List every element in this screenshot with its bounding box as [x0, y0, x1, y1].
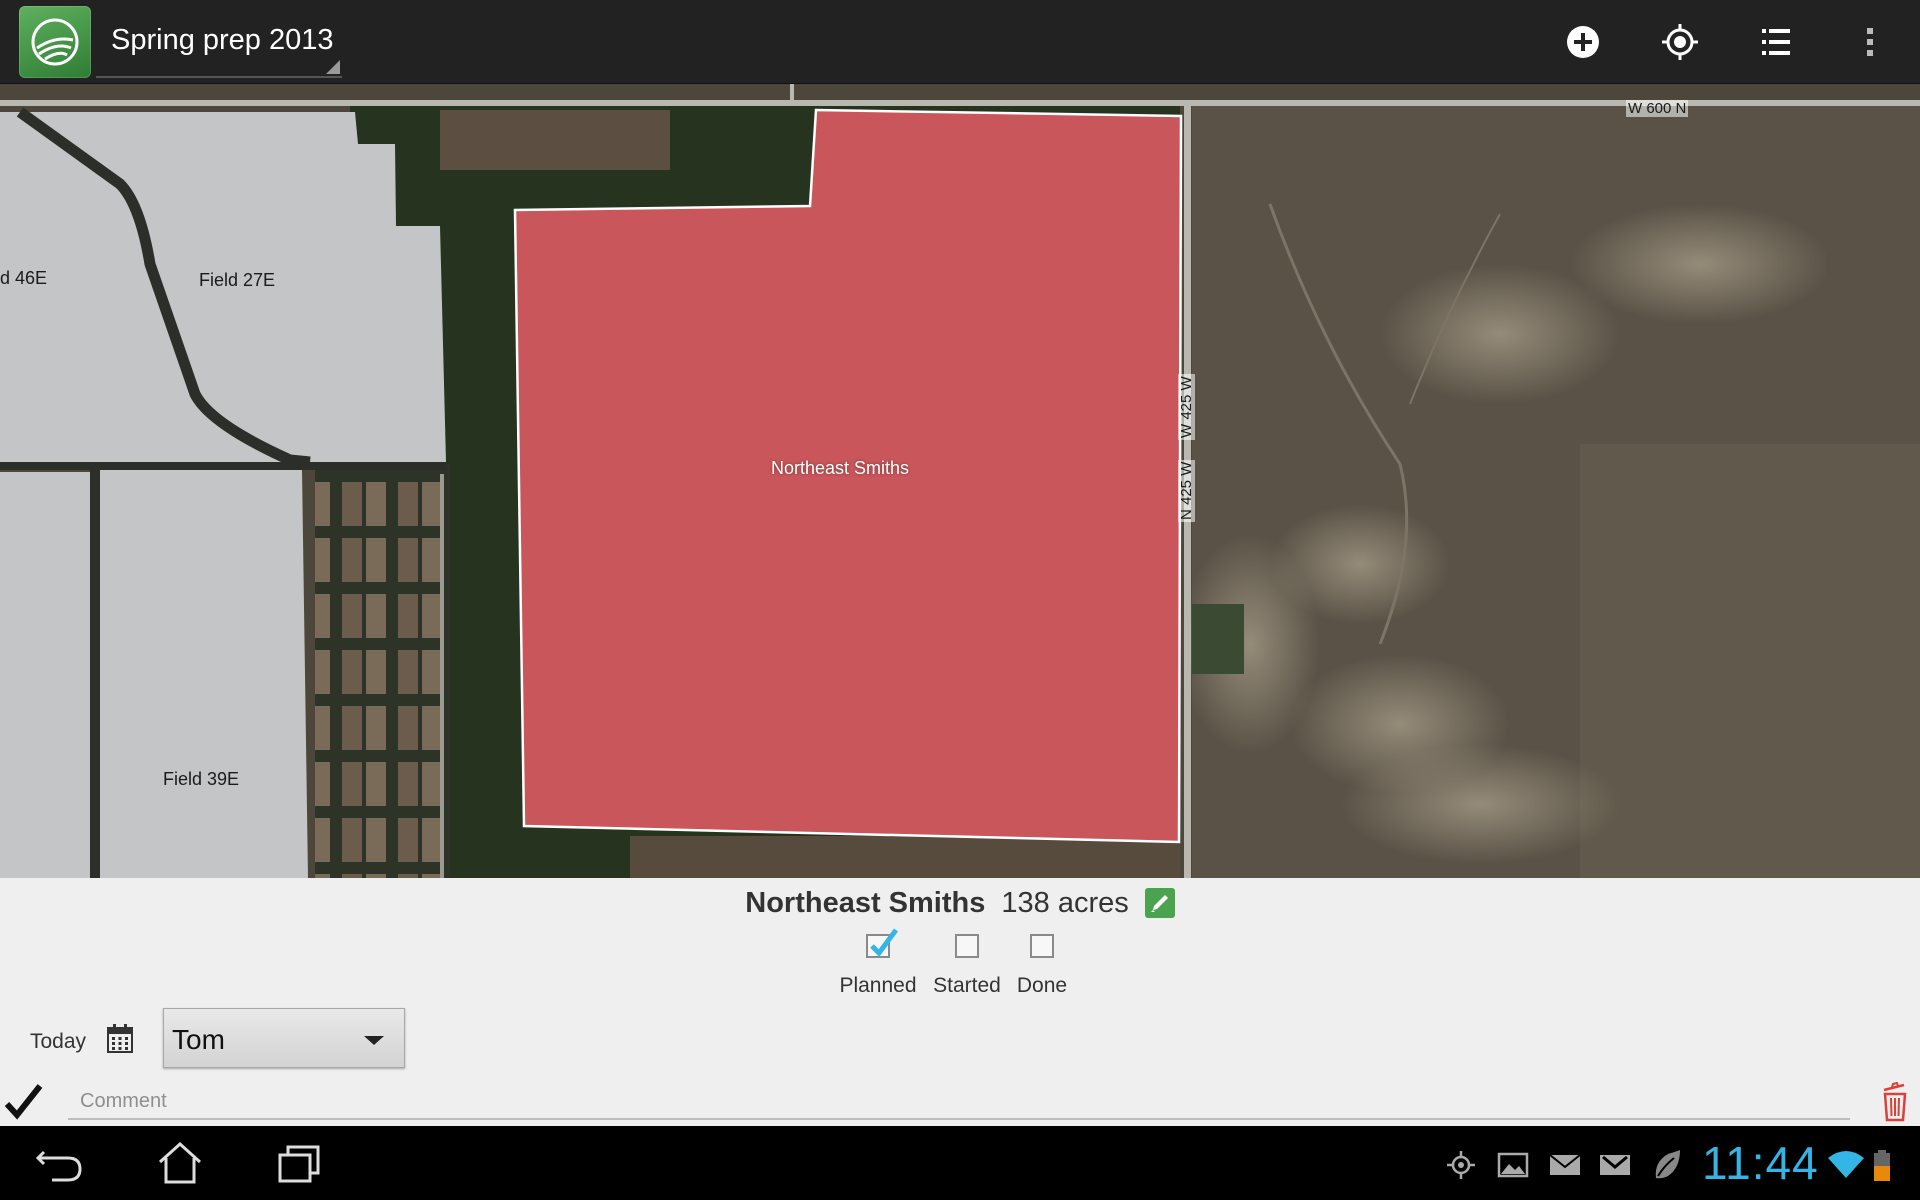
locate-icon — [1662, 24, 1698, 60]
delete-button[interactable] — [1880, 1081, 1910, 1122]
wifi-icon — [1826, 1148, 1864, 1182]
trash-icon — [1883, 1081, 1907, 1122]
recent-apps-button[interactable] — [270, 1138, 330, 1188]
pencil-icon — [1150, 895, 1168, 912]
checkmark-icon — [870, 928, 899, 957]
date-label[interactable]: Today — [30, 1030, 86, 1054]
app-notification-icon — [1650, 1148, 1684, 1182]
farm-logo-icon[interactable] — [19, 6, 91, 78]
edit-field-button[interactable] — [1144, 888, 1175, 918]
locate-button[interactable] — [1650, 12, 1710, 72]
gmail-notification-icon — [1598, 1148, 1632, 1182]
started-checkbox[interactable] — [955, 934, 979, 958]
field-header: Northeast Smiths 138 acres — [0, 878, 1920, 928]
back-icon — [35, 1150, 82, 1182]
confirm-button[interactable] — [4, 1082, 44, 1122]
field-label-39e[interactable]: Field 39E — [163, 769, 239, 790]
calendar-icon — [107, 1024, 133, 1053]
planned-checkbox[interactable] — [866, 928, 899, 958]
dropdown-arrow-icon — [364, 1036, 384, 1045]
started-label: Started — [933, 974, 1001, 997]
assignee-value: Tom — [172, 1024, 225, 1055]
status-started[interactable]: Started — [928, 934, 1006, 998]
road-label-w600n: W 600 N — [1626, 100, 1689, 117]
map-view[interactable]: d 46E Field 27E Field 39E Northeast Smit… — [0, 84, 1920, 878]
road-label-n425w: N 425 W — [1178, 459, 1195, 522]
overflow-menu-icon — [1867, 28, 1873, 56]
satellite-imagery — [0, 84, 1920, 878]
add-button[interactable] — [1553, 12, 1613, 72]
field-label-46e[interactable]: d 46E — [0, 268, 47, 289]
project-title: Spring prep 2013 — [111, 24, 334, 56]
action-bar: Spring prep 2013 — [0, 0, 1920, 84]
project-spinner[interactable]: Spring prep 2013 — [96, 0, 342, 78]
back-button[interactable] — [30, 1138, 90, 1188]
system-bar: 11:44 — [0, 1126, 1920, 1200]
field-label-selected[interactable]: Northeast Smiths — [771, 458, 909, 479]
done-checkbox[interactable] — [1030, 934, 1054, 958]
battery-icon — [1872, 1148, 1892, 1182]
assignee-dropdown[interactable]: Tom — [163, 1008, 405, 1068]
comment-field[interactable] — [68, 1086, 1850, 1120]
recent-apps-icon — [278, 1145, 320, 1183]
done-label: Done — [1016, 974, 1068, 997]
list-icon — [1762, 29, 1790, 55]
email-notification-icon — [1548, 1148, 1582, 1182]
field-name: Northeast Smiths — [745, 886, 986, 919]
check-icon — [4, 1084, 43, 1120]
spinner-indicator-icon — [326, 60, 340, 74]
gps-icon — [1444, 1148, 1478, 1182]
status-clock: 11:44 — [1702, 1137, 1819, 1189]
field-acres: 138 acres — [1001, 886, 1129, 919]
home-button[interactable] — [150, 1138, 210, 1188]
overflow-menu-button[interactable] — [1840, 12, 1900, 72]
field-label-27e[interactable]: Field 27E — [199, 270, 275, 291]
planned-label: Planned — [839, 974, 917, 997]
add-icon — [1567, 26, 1599, 58]
gallery-notification-icon — [1496, 1148, 1530, 1182]
field-detail-panel: Northeast Smiths 138 acres Planned Start… — [0, 878, 1920, 1126]
calendar-button[interactable] — [105, 1022, 135, 1056]
status-planned[interactable]: Planned — [828, 928, 928, 998]
list-button[interactable] — [1746, 12, 1806, 72]
status-done[interactable]: Done — [1006, 934, 1078, 998]
road-label-w425w: W 425 W — [1178, 374, 1195, 440]
status-checkboxes: Planned Started Done — [828, 928, 1078, 998]
comment-input[interactable] — [68, 1086, 1850, 1116]
home-icon — [158, 1141, 202, 1184]
